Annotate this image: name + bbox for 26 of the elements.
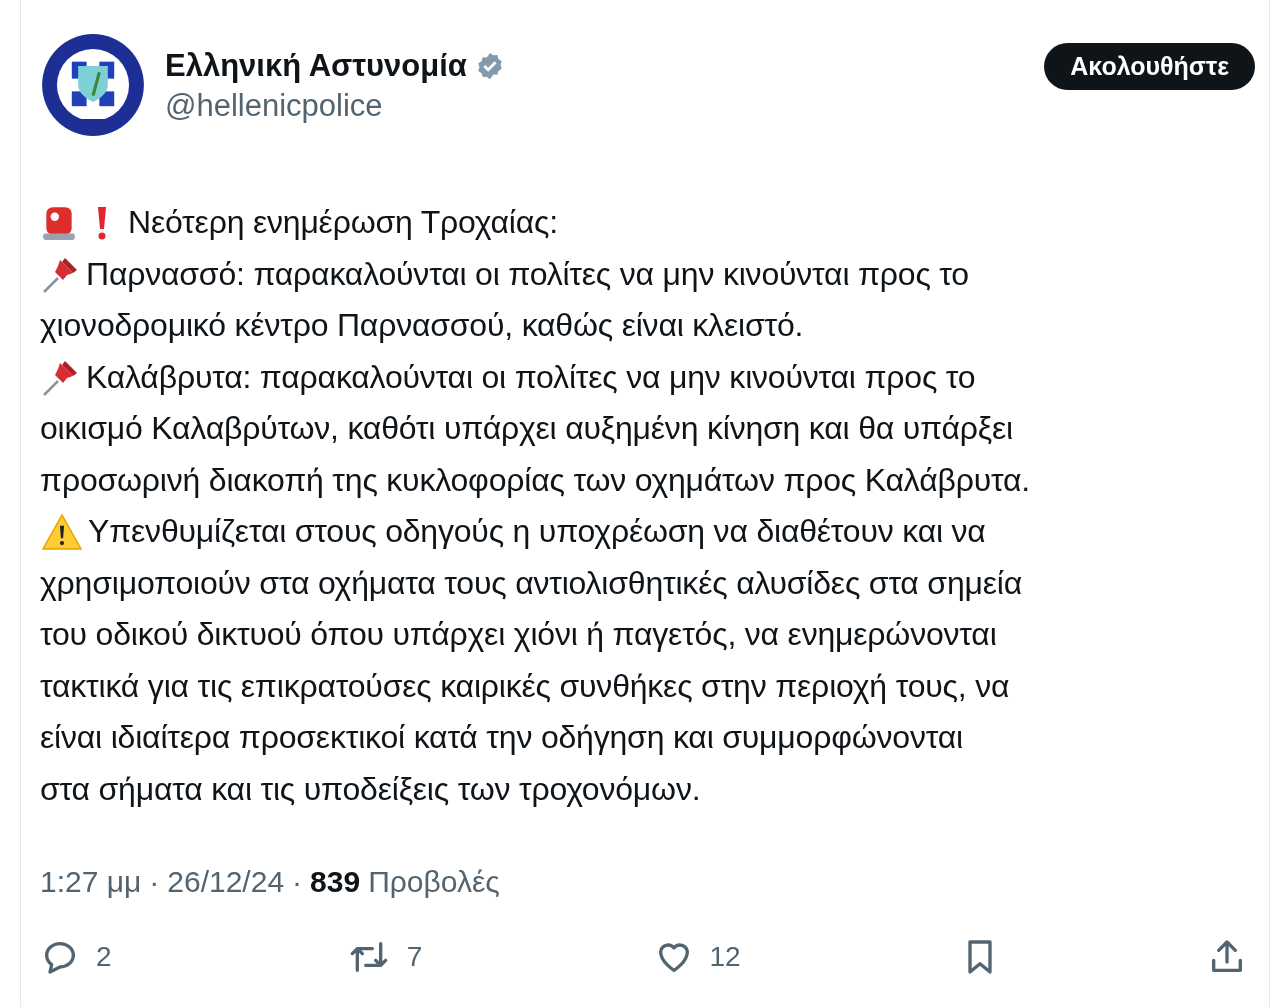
post-meta-text: 26/12/24: [167, 865, 285, 899]
avatar-emblem-icon: [40, 32, 146, 138]
post-text-line: Νεότερη ενημέρωση Τροχαίας:: [128, 204, 558, 242]
author-handle[interactable]: @hellenicpolice: [165, 88, 1045, 124]
author-name[interactable]: Ελληνική Αστυνομία: [165, 48, 467, 84]
post-meta-text: ·: [149, 865, 160, 899]
action-count: 2: [96, 941, 112, 973]
post-text-line: του οδικού δικτυού όπου υπάρχει χιόνι ή παγετός, να ενημερώνονται: [40, 616, 997, 654]
post-text-line: προσωρινή διακοπή της κυκλοφορίας των οχημάτων προς Καλάβρυτα.: [40, 461, 1030, 499]
view-count: 839: [310, 865, 361, 899]
post-text-line: τακτικά για τις επικρατούσες καιρικές συνθήκες στην περιοχή τους, να: [40, 667, 1010, 705]
action-count: 12: [709, 941, 741, 973]
post-text-line: είναι ιδιαίτερα προσεκτικοί κατά την οδήγηση και συμμορφώνονται: [40, 719, 963, 757]
post-text-line: Παρνασσό: παρακαλούνται οι πολίτες να μην κινούνται προς το: [86, 255, 969, 293]
post-text-line: Υπενθυμίζεται στους οδηγούς η υποχρέωση να διαθέτουν και να: [88, 513, 986, 551]
post-meta-text: 1:27 μμ: [40, 865, 142, 899]
follow-button[interactable]: Ακολουθήστε: [1044, 43, 1255, 90]
post-text-line: Καλάβρυτα: παρακαλούνται οι πολίτες να μην κινούνται προς το: [86, 358, 976, 396]
action-count: 7: [406, 941, 423, 973]
post-text-line: χιονοδρομικό κέντρο Παρνασσού, καθώς είναι κλειστό.: [40, 307, 804, 345]
warning-icon: [40, 512, 84, 551]
post-meta-text: Προβολές: [368, 865, 500, 899]
post-text-line: χρησιμοποιούν στα οχήματα τους αντιολισθητικές αλυσίδες στα σημεία: [40, 564, 1023, 602]
post-text-line: οικισμό Καλαβρύτων, καθότι υπάρχει αυξημένη κίνηση και θα υπάρξει: [40, 410, 1013, 448]
post-meta-text: ·: [292, 865, 303, 899]
post-text-line: στα σήματα και τις υποδείξεις των τροχονόμων.: [40, 770, 701, 808]
